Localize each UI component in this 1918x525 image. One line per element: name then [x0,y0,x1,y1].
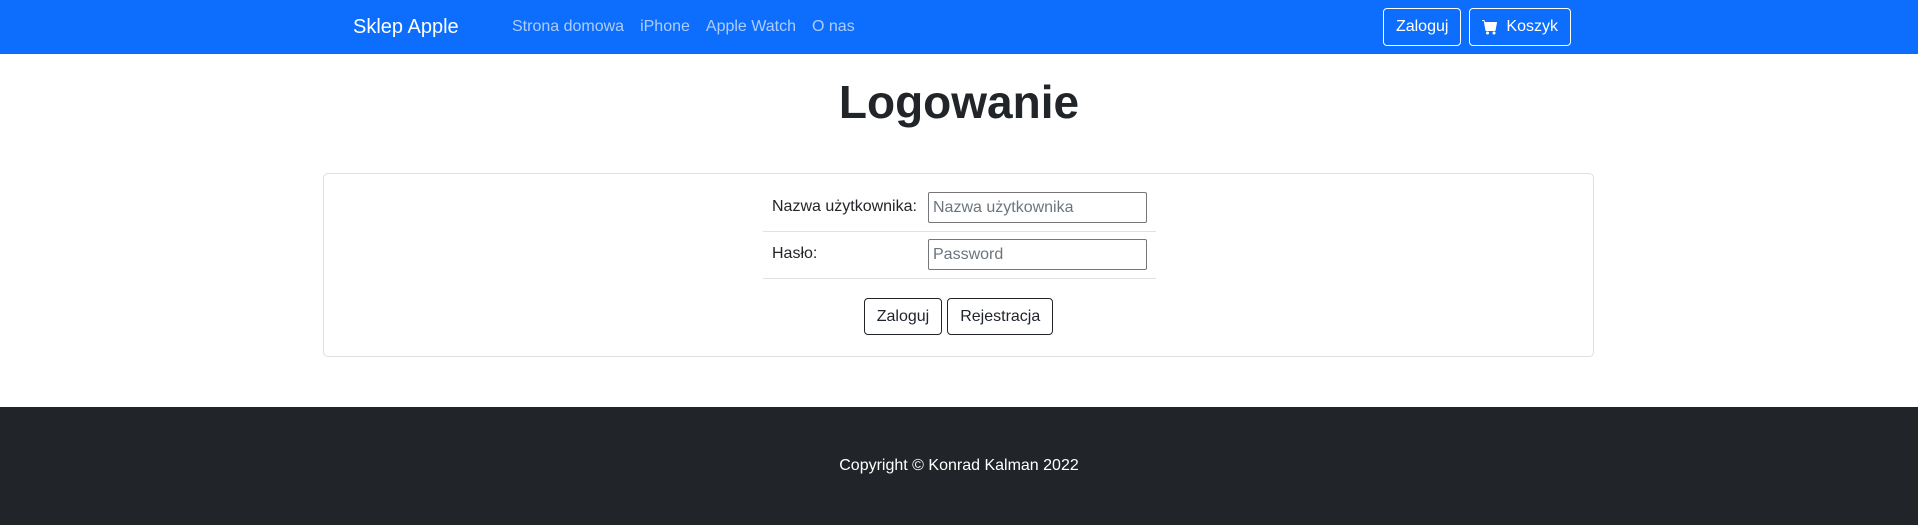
footer-copyright: Copyright © Konrad Kalman 2022 [839,457,1079,474]
footer: Copyright © Konrad Kalman 2022 [0,407,1918,525]
nav-link-home[interactable]: Strona domowa [512,15,624,39]
page-title: Logowanie [838,76,1080,128]
cart-label: Koszyk [1506,18,1558,35]
nav-actions: Zaloguj Koszyk [1382,8,1571,46]
nav-link-iphone[interactable]: iPhone [640,15,690,39]
nav-link-apple-watch[interactable]: Apple Watch [706,15,796,39]
password-row: Hasło: [763,232,1156,279]
shopping-cart-icon [1482,19,1498,35]
login-card: Nazwa użytkownika: Hasło: Zaloguj Rejest… [323,173,1594,357]
navbar-login-button[interactable]: Zaloguj [1382,8,1462,46]
username-label: Nazwa użytkownika: [772,198,917,215]
login-submit-button[interactable]: Zaloguj [863,298,943,335]
password-input[interactable] [928,239,1147,270]
username-input[interactable] [928,192,1147,223]
login-form: Nazwa użytkownika: Hasło: [763,185,1156,279]
form-actions: Zaloguj Rejestracja [324,298,1593,335]
nav-links: Strona domowa iPhone Apple Watch O nas [512,15,855,39]
top-navbar: Sklep Apple Strona domowa iPhone Apple W… [0,0,1918,54]
navbar-login-label: Zaloguj [1395,18,1449,35]
nav-link-about[interactable]: O nas [812,15,855,39]
brand-link[interactable]: Sklep Apple [353,13,459,41]
register-button[interactable]: Rejestracja [947,298,1054,335]
password-label: Hasło: [772,245,818,262]
username-row: Nazwa użytkownika: [763,185,1156,232]
cart-button[interactable]: Koszyk [1469,8,1571,46]
